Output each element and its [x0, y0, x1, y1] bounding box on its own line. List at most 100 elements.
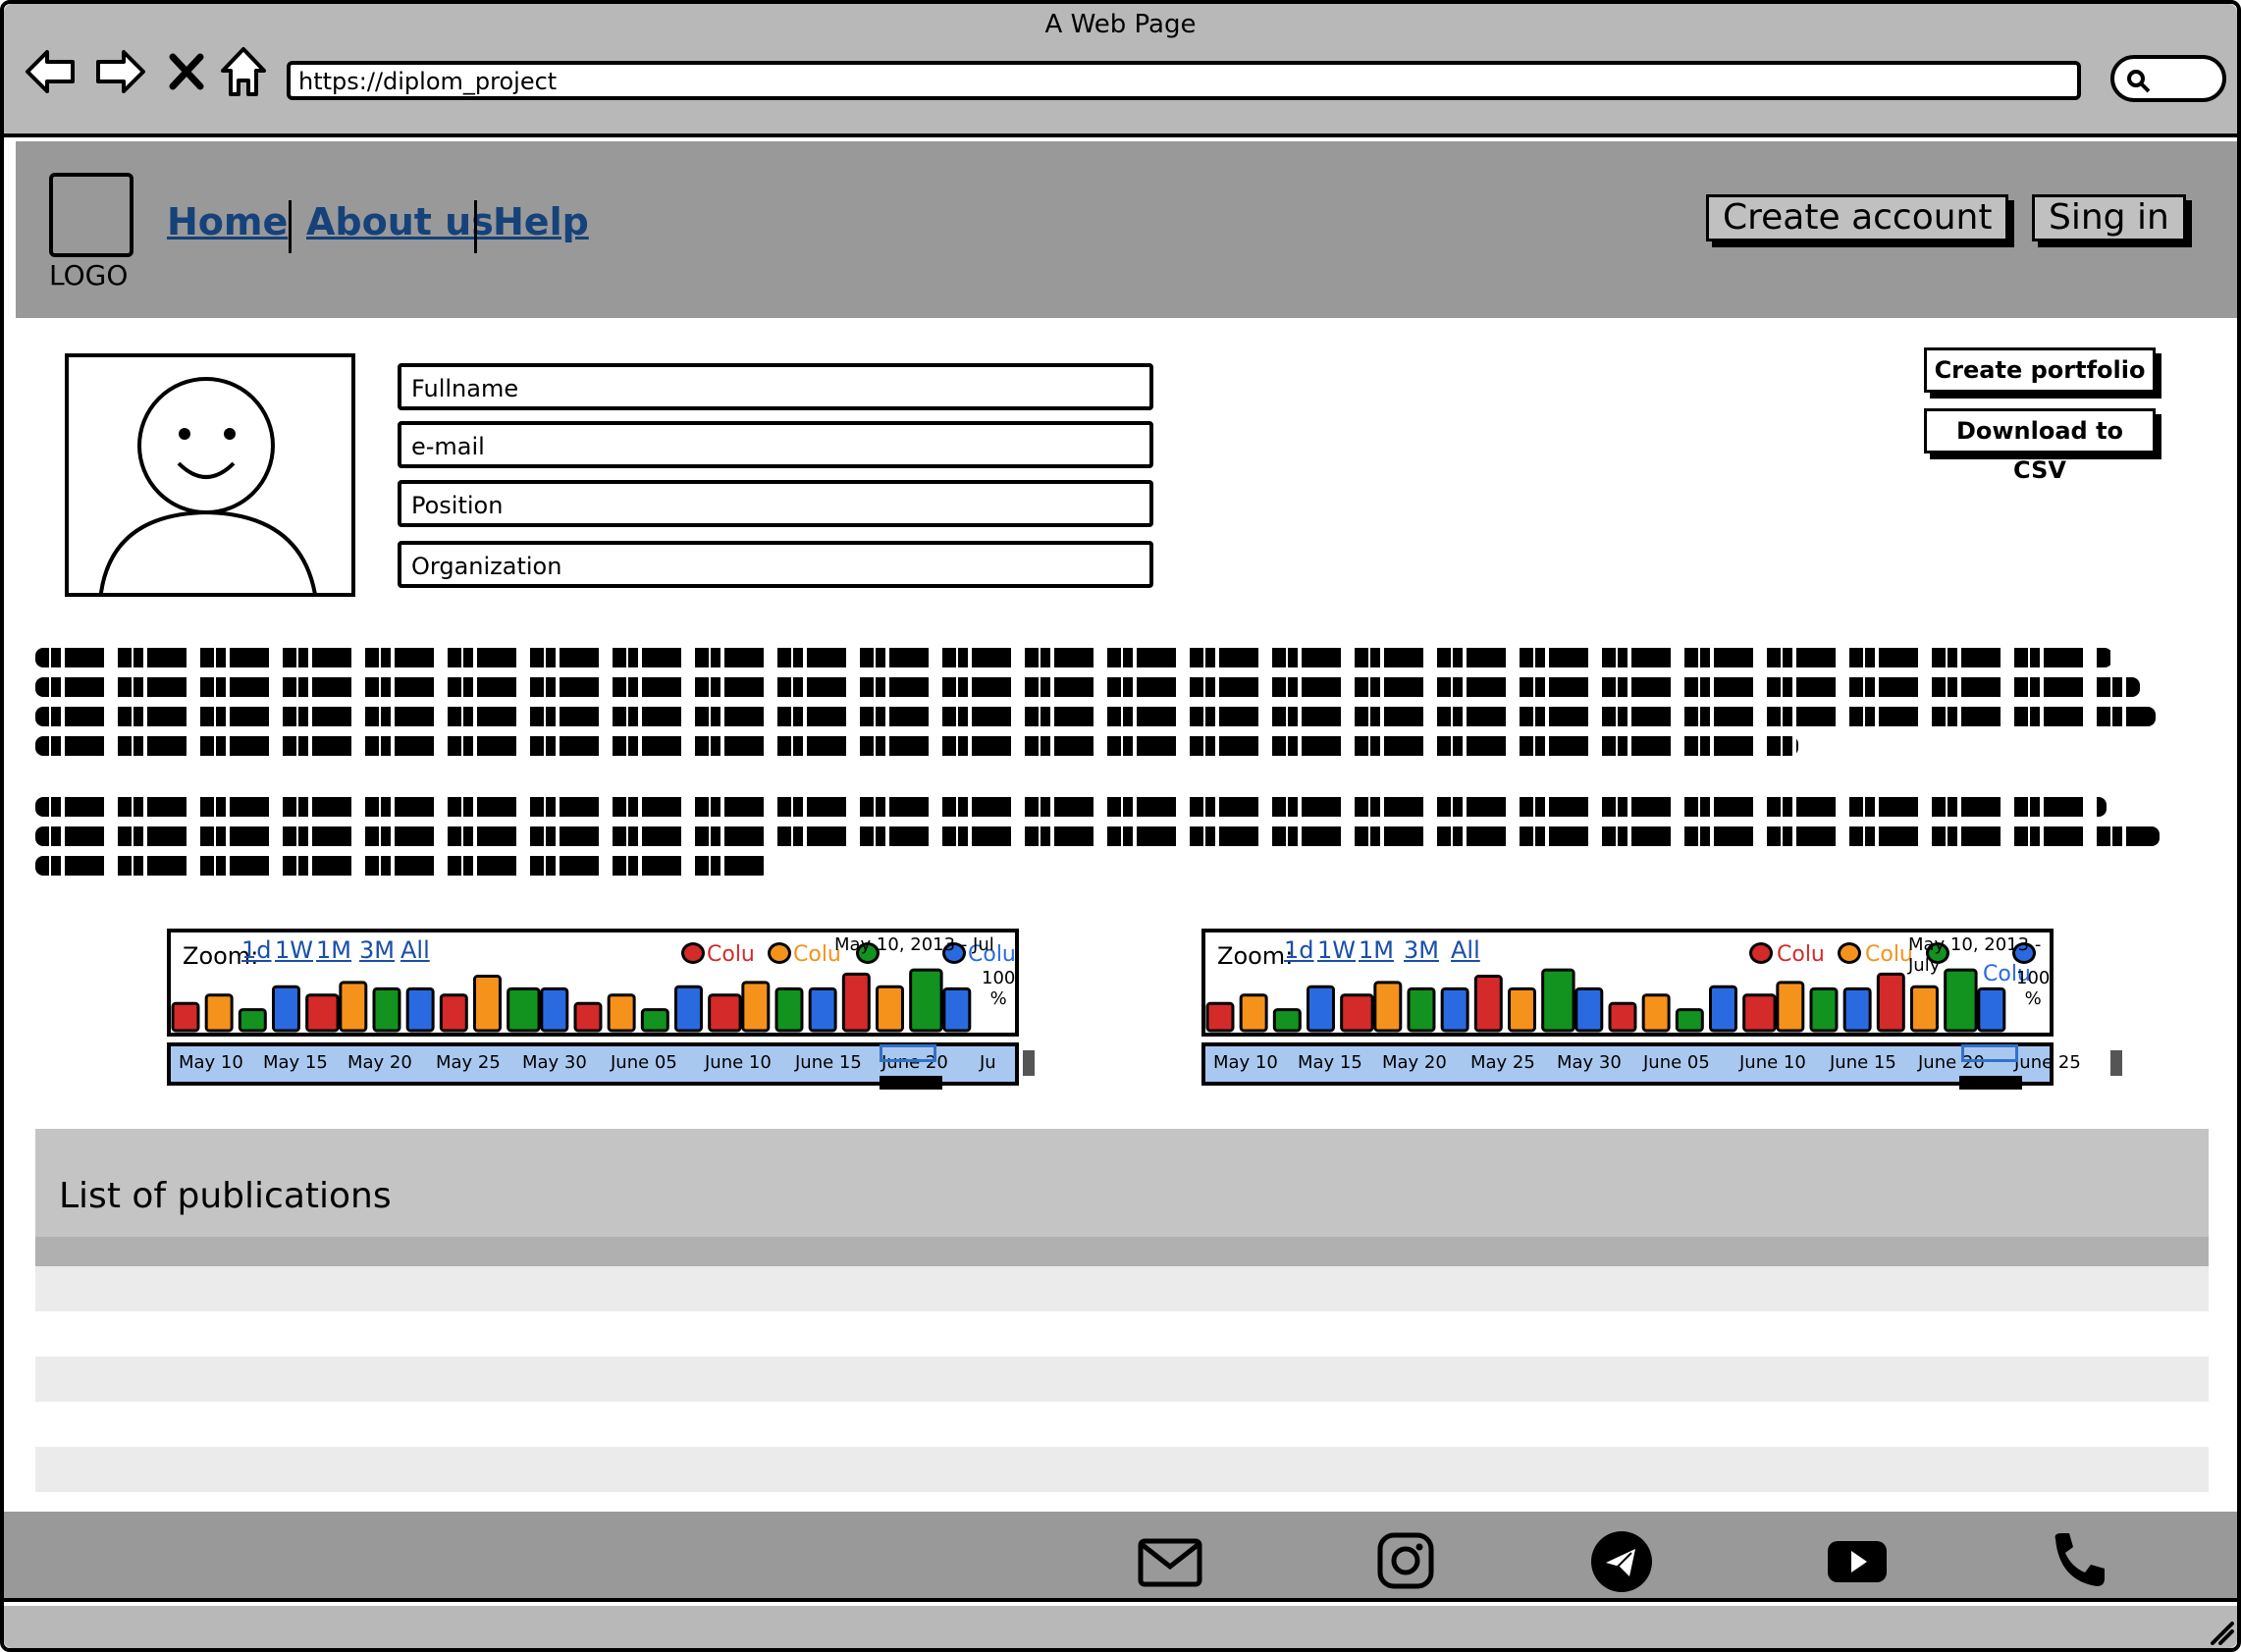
navigator-scroll-handle[interactable]: [2110, 1050, 2122, 1076]
chart-bar: [1508, 986, 1536, 1033]
nav-separator: [289, 200, 292, 253]
navigator-window[interactable]: [1961, 1044, 2018, 1062]
telegram-icon[interactable]: [1588, 1529, 1655, 1594]
table-row[interactable]: [35, 1311, 2209, 1357]
legend-marker-orange: [1838, 942, 1861, 964]
logo-image[interactable]: [49, 173, 133, 257]
legend-label: Colu: [1777, 942, 1825, 967]
table-row[interactable]: [35, 1447, 2209, 1492]
fullname-field[interactable]: Fullname: [398, 363, 1153, 410]
chart-bar: [473, 975, 502, 1033]
placeholder-text-line: [35, 677, 2140, 697]
x-tick-label: May 10: [1213, 1052, 1278, 1073]
chart-bar: [640, 1008, 669, 1033]
x-tick-label: June 05: [611, 1052, 677, 1073]
zoom-all-link[interactable]: All: [1451, 936, 1480, 964]
nav-link-help[interactable]: Help: [493, 200, 589, 243]
create-account-button[interactable]: Create account: [1706, 194, 2009, 241]
chart-bar: [1574, 986, 1604, 1033]
browser-status-bar: [4, 1606, 2237, 1648]
placeholder-text-line: [35, 856, 770, 876]
chart-bar: [741, 981, 771, 1033]
navigator-window[interactable]: [880, 1044, 936, 1062]
table-row[interactable]: [35, 1357, 2209, 1402]
zoom-1w-link[interactable]: 1W: [275, 936, 313, 964]
chart-bar: [1541, 968, 1575, 1033]
percent-label: 100%: [2016, 968, 2051, 1009]
table-row[interactable]: [35, 1402, 2209, 1447]
nav-link-home[interactable]: Home: [167, 200, 288, 243]
zoom-1m-link[interactable]: 1M: [1359, 936, 1394, 964]
home-icon[interactable]: [218, 43, 271, 100]
browser-search-field[interactable]: [2110, 55, 2226, 102]
zoom-1d-link[interactable]: 1d: [1284, 936, 1314, 964]
download-csv-button[interactable]: Download to CSV: [1924, 408, 2156, 484]
table-row[interactable]: [35, 1266, 2209, 1311]
chart-bar: [1944, 968, 1978, 1033]
navigator-thumb[interactable]: [880, 1076, 942, 1090]
percent-label: 100%: [982, 968, 1016, 1009]
chart-bar: [405, 986, 435, 1033]
zoom-3m-link[interactable]: 3M: [1404, 936, 1439, 964]
navigator-scroll-handle[interactable]: [1023, 1050, 1035, 1076]
chart-bar: [1776, 981, 1805, 1033]
chart-bar: [708, 993, 742, 1033]
placeholder-text-line: [35, 648, 2112, 667]
sign-in-button[interactable]: Sing in: [2032, 194, 2186, 241]
instagram-icon[interactable]: [1372, 1529, 1439, 1594]
phone-icon[interactable]: [2046, 1529, 2112, 1594]
window-title: A Web Page: [1044, 10, 1197, 39]
mail-icon[interactable]: [1137, 1529, 1203, 1594]
address-bar[interactable]: https://diplom_project: [287, 61, 2081, 100]
forward-icon[interactable]: [94, 43, 147, 100]
chart-bar: [507, 986, 541, 1033]
youtube-icon[interactable]: [1824, 1529, 1891, 1594]
x-tick-label: June 05: [1643, 1052, 1710, 1073]
x-tick-label: June 10: [1739, 1052, 1806, 1073]
chart-bar: [774, 986, 804, 1033]
zoom-all-link[interactable]: All: [400, 936, 430, 964]
chart-bar: [808, 986, 837, 1033]
zoom-1d-link[interactable]: 1d: [241, 936, 272, 964]
chart-bar: [1373, 981, 1403, 1033]
position-field[interactable]: Position: [398, 480, 1153, 527]
x-tick-label: May 25: [1470, 1052, 1535, 1073]
x-tick-label: May 30: [522, 1052, 587, 1073]
organization-field[interactable]: Organization: [398, 541, 1153, 588]
x-tick-label: May 25: [436, 1052, 501, 1073]
zoom-1m-link[interactable]: 1M: [316, 936, 351, 964]
chart-bar: [1239, 993, 1268, 1033]
chart-bar: [1709, 985, 1737, 1033]
x-tick-label: June 25: [2014, 1052, 2081, 1073]
zoom-3m-link[interactable]: 3M: [359, 936, 395, 964]
chart-bar: [1641, 993, 1671, 1033]
legend-marker-red: [1749, 942, 1773, 964]
placeholder-text-line: [35, 707, 2156, 726]
placeholder-text-line: [35, 736, 1798, 756]
chart-bar: [1910, 985, 1939, 1033]
x-tick-label: May 30: [1557, 1052, 1622, 1073]
resize-grip-icon[interactable]: [2207, 1618, 2234, 1645]
chart-bar: [573, 1001, 603, 1033]
chart-bar: [1608, 1001, 1637, 1033]
placeholder-text-line: [35, 826, 2160, 846]
stop-icon[interactable]: [167, 43, 220, 100]
email-field[interactable]: e-mail: [398, 421, 1153, 468]
nav-link-about-us[interactable]: About us: [306, 200, 494, 243]
zoom-label: Zoom:: [1217, 942, 1294, 970]
chart-bar: [171, 1001, 200, 1033]
chart-bar: [841, 972, 871, 1033]
chart-widget-1: Zoom: 1d 1W 1M 3M All Colu Colu Colu May…: [167, 929, 1035, 1090]
chart-bar: [1876, 972, 1905, 1033]
nav-separator: [474, 200, 477, 253]
back-icon[interactable]: [24, 43, 77, 100]
chart-bar: [305, 993, 340, 1033]
x-tick-label: June 10: [705, 1052, 772, 1073]
create-portfolio-button[interactable]: Create portfolio: [1924, 347, 2156, 393]
chart-bar: [1675, 1008, 1704, 1033]
x-tick-label: May 20: [347, 1052, 412, 1073]
navigator-thumb[interactable]: [1959, 1076, 2022, 1090]
chart-bar: [339, 981, 368, 1033]
chart-bar: [909, 968, 943, 1033]
zoom-1w-link[interactable]: 1W: [1317, 936, 1356, 964]
